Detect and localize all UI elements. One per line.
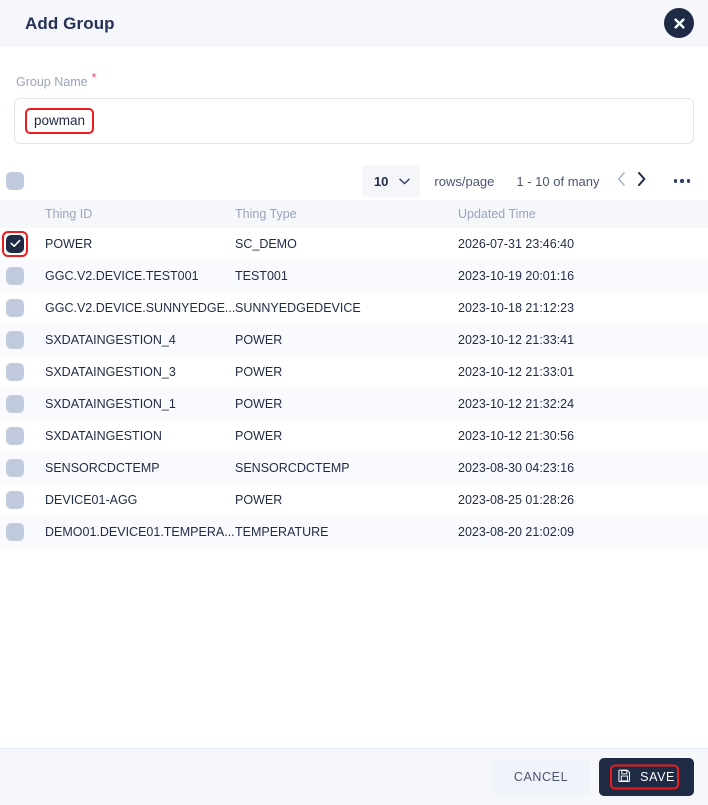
group-name-field-group: Group Name * powman — [0, 47, 708, 144]
table-row[interactable]: GGC.V2.DEVICE.TEST001 TEST001 2023-10-19 2… — [0, 260, 708, 292]
save-button-label: SAVE — [640, 770, 675, 784]
cell-updated-time: 2023-10-18 21:12:23 — [458, 301, 575, 315]
cancel-button[interactable]: CANCEL — [491, 759, 591, 795]
cell-thing-type: POWER — [235, 333, 283, 347]
cell-updated-time: 2023-10-12 21:33:41 — [458, 333, 575, 347]
more-options-button[interactable] — [673, 179, 690, 183]
cell-thing-type: POWER — [235, 493, 283, 507]
cell-updated-time: 2023-10-12 21:33:01 — [458, 365, 575, 379]
table-row[interactable]: POWER SC_DEMO 2026-07-31 23:46:40 — [0, 228, 708, 260]
cell-thing-id: SXDATAINGESTION_4 — [45, 333, 176, 347]
more-horizontal-icon — [673, 179, 690, 183]
chevron-left-icon — [617, 171, 626, 191]
cell-thing-id: GGC.V2.DEVICE.SUNNYEDGE... — [45, 301, 235, 315]
pagination-controls: 10 rows/page 1 - 10 of many — [361, 165, 708, 197]
row-checkbox-cell — [0, 331, 45, 349]
table-header-row: Thing ID Thing Type Updated Time — [0, 200, 708, 228]
save-floppy-icon — [618, 769, 631, 785]
cell-thing-type: SUNNYEDGEDEVICE — [235, 301, 361, 315]
cell-thing-type: TEMPERATURE — [235, 525, 329, 539]
rows-per-page-select[interactable]: 10 — [361, 165, 421, 197]
row-checkbox[interactable] — [6, 331, 24, 349]
cell-updated-time: 2023-10-19 20:01:16 — [458, 269, 575, 283]
table-row[interactable]: DEVICE01-AGG POWER 2023-08-25 01:28:26 — [0, 484, 708, 516]
table-row[interactable]: SENSORCDCTEMP SENSORCDCTEMP 2023-08-30 04:… — [0, 452, 708, 484]
cell-updated-time: 2023-10-12 21:32:24 — [458, 397, 575, 411]
rows-per-page-label: rows/page — [434, 173, 495, 189]
dialog-body-spacer — [0, 548, 708, 748]
group-name-input[interactable]: powman — [14, 98, 694, 144]
row-checkbox-cell — [0, 299, 45, 317]
pagination-range-label: 1 - 10 of many — [516, 173, 600, 189]
row-checkbox-cell — [0, 427, 45, 445]
close-icon — [673, 17, 686, 30]
table-row[interactable]: SXDATAINGESTION_4 POWER 2023-10-12 21:33:4… — [0, 324, 708, 356]
check-icon — [9, 237, 21, 251]
select-all-checkbox[interactable] — [6, 172, 24, 190]
cell-thing-type: SC_DEMO — [235, 237, 297, 251]
cell-thing-id: SXDATAINGESTION_1 — [45, 397, 176, 411]
cell-thing-id: SXDATAINGESTION_3 — [45, 365, 176, 379]
cell-thing-type: POWER — [235, 365, 283, 379]
row-checkbox-cell — [0, 363, 45, 381]
chevron-down-icon — [399, 172, 411, 190]
cell-updated-time: 2023-10-12 21:30:56 — [458, 429, 575, 443]
next-page-button[interactable] — [632, 170, 652, 192]
column-header-thing-id: Thing ID — [45, 207, 93, 221]
row-checkbox[interactable] — [6, 459, 24, 477]
row-checkbox[interactable] — [6, 491, 24, 509]
cell-thing-id: POWER — [45, 237, 93, 251]
save-button-wrapper: SAVE — [599, 758, 694, 796]
table-toolbar: 10 rows/page 1 - 10 of many — [0, 162, 708, 200]
chevron-right-icon — [637, 171, 646, 191]
cell-thing-id: DEVICE01-AGG — [45, 493, 138, 507]
cell-updated-time: 2023-08-20 21:02:09 — [458, 525, 575, 539]
row-checkbox-cell — [0, 395, 45, 413]
dialog-footer: CANCEL SAVE — [0, 748, 708, 805]
add-group-dialog: Add Group Group Name * powman 10 rows/pa… — [0, 0, 708, 805]
row-checkbox[interactable] — [6, 427, 24, 445]
required-asterisk: * — [91, 70, 97, 85]
save-button[interactable]: SAVE — [599, 758, 694, 796]
cell-thing-type: SENSORCDCTEMP — [235, 461, 350, 475]
group-name-input-value[interactable]: powman — [25, 108, 95, 134]
row-checkbox[interactable] — [6, 299, 24, 317]
row-checkbox[interactable] — [6, 235, 24, 253]
column-header-thing-type: Thing Type — [235, 207, 297, 221]
group-name-label: Group Name * — [16, 70, 97, 89]
table-row[interactable]: GGC.V2.DEVICE.SUNNYEDGE... SUNNYEDGEDEVIC… — [0, 292, 708, 324]
cell-updated-time: 2026-07-31 23:46:40 — [458, 237, 575, 251]
row-checkbox-cell — [0, 523, 45, 541]
row-checkbox[interactable] — [6, 267, 24, 285]
close-button[interactable] — [664, 8, 694, 38]
table-row[interactable]: SXDATAINGESTION POWER 2023-10-12 21:30:56 — [0, 420, 708, 452]
page-title: Add Group — [25, 13, 115, 33]
row-checkbox[interactable] — [6, 363, 24, 381]
prev-page-button[interactable] — [612, 170, 632, 192]
cell-thing-type: POWER — [235, 397, 283, 411]
rows-per-page-value: 10 — [373, 173, 389, 189]
cell-thing-type: POWER — [235, 429, 283, 443]
cell-thing-id: SENSORCDCTEMP — [45, 461, 160, 475]
things-table: Thing ID Thing Type Updated Time POWER SC… — [0, 200, 708, 548]
cell-thing-type: TEST001 — [235, 269, 288, 283]
row-checkbox-cell — [0, 267, 45, 285]
cell-updated-time: 2023-08-25 01:28:26 — [458, 493, 575, 507]
table-row[interactable]: SXDATAINGESTION_1 POWER 2023-10-12 21:32:2… — [0, 388, 708, 420]
cell-thing-id: SXDATAINGESTION — [45, 429, 162, 443]
table-row[interactable]: SXDATAINGESTION_3 POWER 2023-10-12 21:33:0… — [0, 356, 708, 388]
table-body: POWER SC_DEMO 2026-07-31 23:46:40 GGC.V2.DE… — [0, 228, 708, 548]
row-checkbox-cell — [0, 231, 45, 257]
cell-thing-id: DEMO01.DEVICE01.TEMPERA... — [45, 525, 235, 539]
column-header-updated-time: Updated Time — [458, 207, 536, 221]
row-checkbox-cell — [0, 459, 45, 477]
dialog-header: Add Group — [0, 0, 708, 47]
table-row[interactable]: DEMO01.DEVICE01.TEMPERA... TEMPERATURE 202… — [0, 516, 708, 548]
row-checkbox-cell — [0, 491, 45, 509]
row-checkbox[interactable] — [6, 523, 24, 541]
cell-thing-id: GGC.V2.DEVICE.TEST001 — [45, 269, 199, 283]
cell-updated-time: 2023-08-30 04:23:16 — [458, 461, 575, 475]
row-checkbox[interactable] — [6, 395, 24, 413]
